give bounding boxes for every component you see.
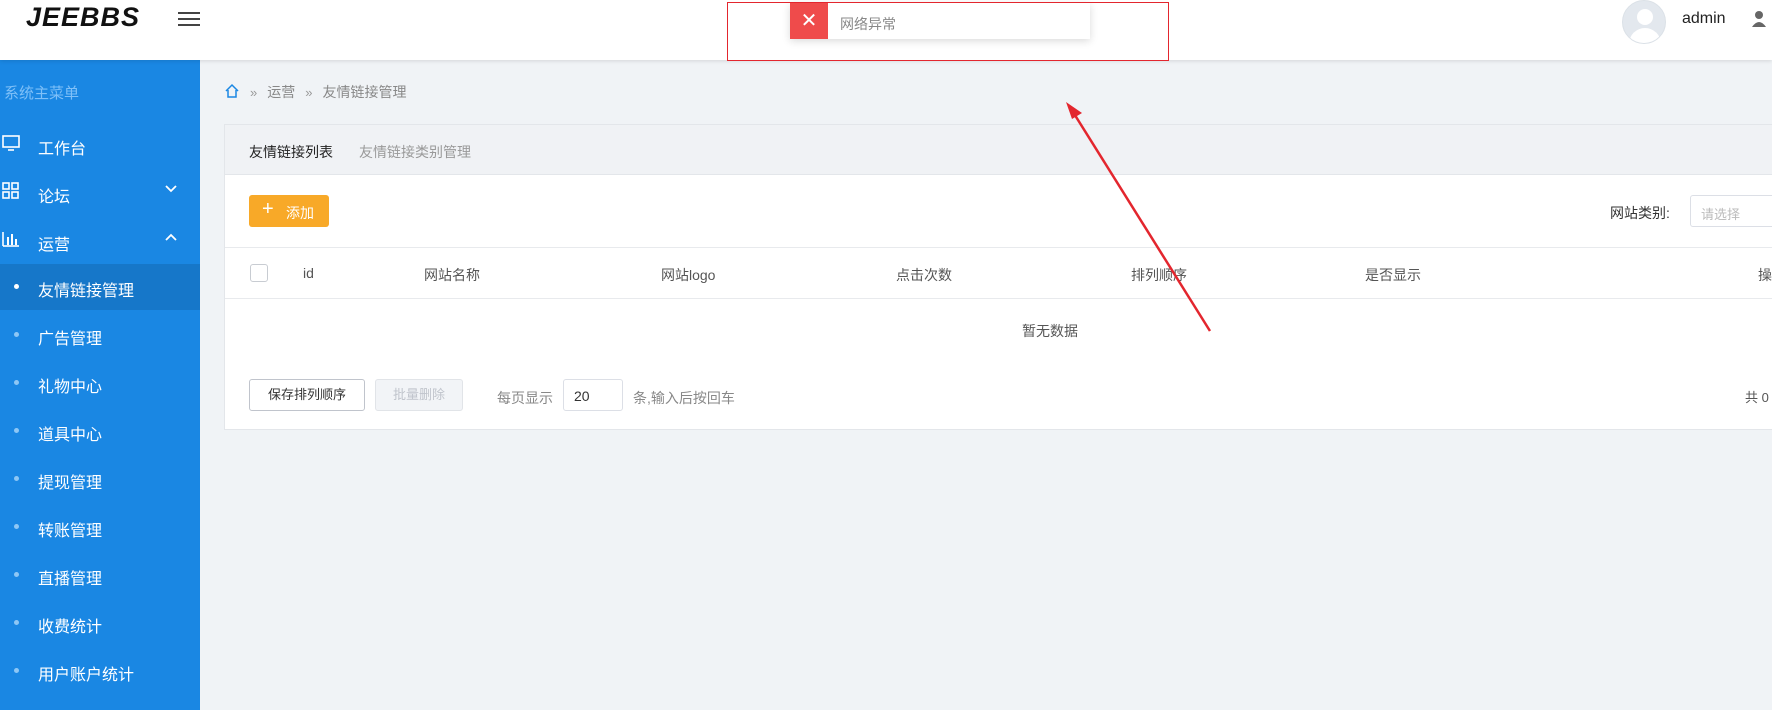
add-button[interactable]: + 添加 xyxy=(249,195,329,227)
empty-state: 暂无数据 xyxy=(1022,323,1078,339)
sidebar: 系统主菜单 工作台 论坛 运营 友情链接管理 广告管理 礼物中心 道具中心 提现… xyxy=(0,60,200,710)
sidebar-item-operation[interactable]: 运营 xyxy=(0,218,200,264)
bullet-icon xyxy=(14,284,19,289)
add-button-label: 添加 xyxy=(286,205,314,221)
sidebar-subitem-gifts[interactable]: 礼物中心 xyxy=(0,360,200,406)
close-icon[interactable]: ✕ xyxy=(790,3,828,39)
category-select[interactable]: 请选择 xyxy=(1690,195,1772,227)
breadcrumb: » 运营 » 友情链接管理 xyxy=(224,82,406,102)
sidebar-subitem-label: 友情链接管理 xyxy=(38,283,135,300)
breadcrumb-item: 友情链接管理 xyxy=(322,84,407,100)
sidebar-title: 系统主菜单 xyxy=(4,85,80,102)
column-header: 点击次数 xyxy=(896,267,952,283)
content-panel: 友情链接列表 友情链接类别管理 + 添加 网站类别: 请选择 id 网站名称 网… xyxy=(224,124,1772,430)
sidebar-subitem-label: 收费统计 xyxy=(38,619,103,636)
sidebar-item-label: 论坛 xyxy=(38,189,71,206)
column-header: 是否显示 xyxy=(1365,267,1421,283)
per-page-input[interactable]: 20 xyxy=(563,379,623,411)
chevron-down-icon xyxy=(164,182,178,199)
sidebar-subitem-transfer[interactable]: 转账管理 xyxy=(0,504,200,550)
sidebar-subitem-ads[interactable]: 广告管理 xyxy=(0,312,200,358)
column-header: 网站名称 xyxy=(424,267,480,283)
sidebar-subitem-withdraw[interactable]: 提现管理 xyxy=(0,456,200,502)
sidebar-subitem-label: 礼物中心 xyxy=(38,379,103,396)
plus-icon: + xyxy=(262,198,274,220)
username[interactable]: admin xyxy=(1682,10,1726,28)
column-header: 排列顺序 xyxy=(1131,267,1187,283)
bullet-icon xyxy=(14,524,19,529)
sidebar-subitem-label: 广告管理 xyxy=(38,331,103,348)
home-icon[interactable] xyxy=(224,83,240,102)
sidebar-subitem-label: 道具中心 xyxy=(38,427,103,444)
tab-link-list[interactable]: 友情链接列表 xyxy=(249,142,333,162)
sidebar-item-label: 工作台 xyxy=(38,141,87,158)
sidebar-subitem-label: 提现管理 xyxy=(38,475,103,492)
menu-toggle-icon[interactable] xyxy=(178,8,200,30)
grid-icon xyxy=(2,182,22,202)
chevron-right-icon: » xyxy=(250,84,258,100)
per-page-suffix: 条,输入后按回车 xyxy=(633,390,735,406)
per-page-label: 每页显示 xyxy=(497,390,553,406)
chevron-right-icon: » xyxy=(305,84,313,100)
sidebar-item-workbench[interactable]: 工作台 xyxy=(0,122,200,168)
tab-bar: 友情链接列表 友情链接类别管理 xyxy=(225,125,1772,175)
sidebar-subitem-props[interactable]: 道具中心 xyxy=(0,408,200,454)
sidebar-subitem-live[interactable]: 直播管理 xyxy=(0,552,200,598)
column-header: 操 xyxy=(1758,267,1772,283)
column-header: id xyxy=(303,265,314,281)
batch-delete-button[interactable]: 批量删除 xyxy=(375,379,463,411)
sidebar-subitem-accounts[interactable]: 用户账户统计 xyxy=(0,648,200,694)
bullet-icon xyxy=(14,668,19,673)
avatar[interactable] xyxy=(1622,0,1666,44)
sidebar-subitem-charges[interactable]: 收费统计 xyxy=(0,600,200,646)
sidebar-item-label: 运营 xyxy=(38,237,71,254)
bullet-icon xyxy=(14,428,19,433)
user-settings-icon[interactable] xyxy=(1752,10,1768,33)
total-count: 共 0 xyxy=(1745,390,1769,405)
sidebar-item-forum[interactable]: 论坛 xyxy=(0,170,200,216)
logo: JEEBBS xyxy=(26,2,141,32)
error-toast: ✕ 网络异常 xyxy=(790,3,1090,39)
column-header: 网站logo xyxy=(661,267,716,283)
toast-message: 网络异常 xyxy=(840,16,896,32)
bar-chart-icon xyxy=(2,230,22,250)
table-header: id 网站名称 网站logo 点击次数 排列顺序 是否显示 操 xyxy=(225,247,1772,299)
bullet-icon xyxy=(14,620,19,625)
sidebar-subitem-links[interactable]: 友情链接管理 xyxy=(0,264,200,310)
bullet-icon xyxy=(14,572,19,577)
breadcrumb-item[interactable]: 运营 xyxy=(267,82,295,102)
bullet-icon xyxy=(14,380,19,385)
save-order-button[interactable]: 保存排列顺序 xyxy=(249,379,365,411)
chevron-up-icon xyxy=(164,230,178,247)
tab-link-category[interactable]: 友情链接类别管理 xyxy=(359,142,471,162)
monitor-icon xyxy=(2,134,22,154)
sidebar-subitem-label: 转账管理 xyxy=(38,523,103,540)
sidebar-subitem-label: 用户账户统计 xyxy=(38,667,135,684)
filter-label: 网站类别: xyxy=(1610,205,1670,221)
select-all-checkbox[interactable] xyxy=(250,264,268,282)
bullet-icon xyxy=(14,332,19,337)
sidebar-subitem-label: 直播管理 xyxy=(38,571,103,588)
bullet-icon xyxy=(14,476,19,481)
